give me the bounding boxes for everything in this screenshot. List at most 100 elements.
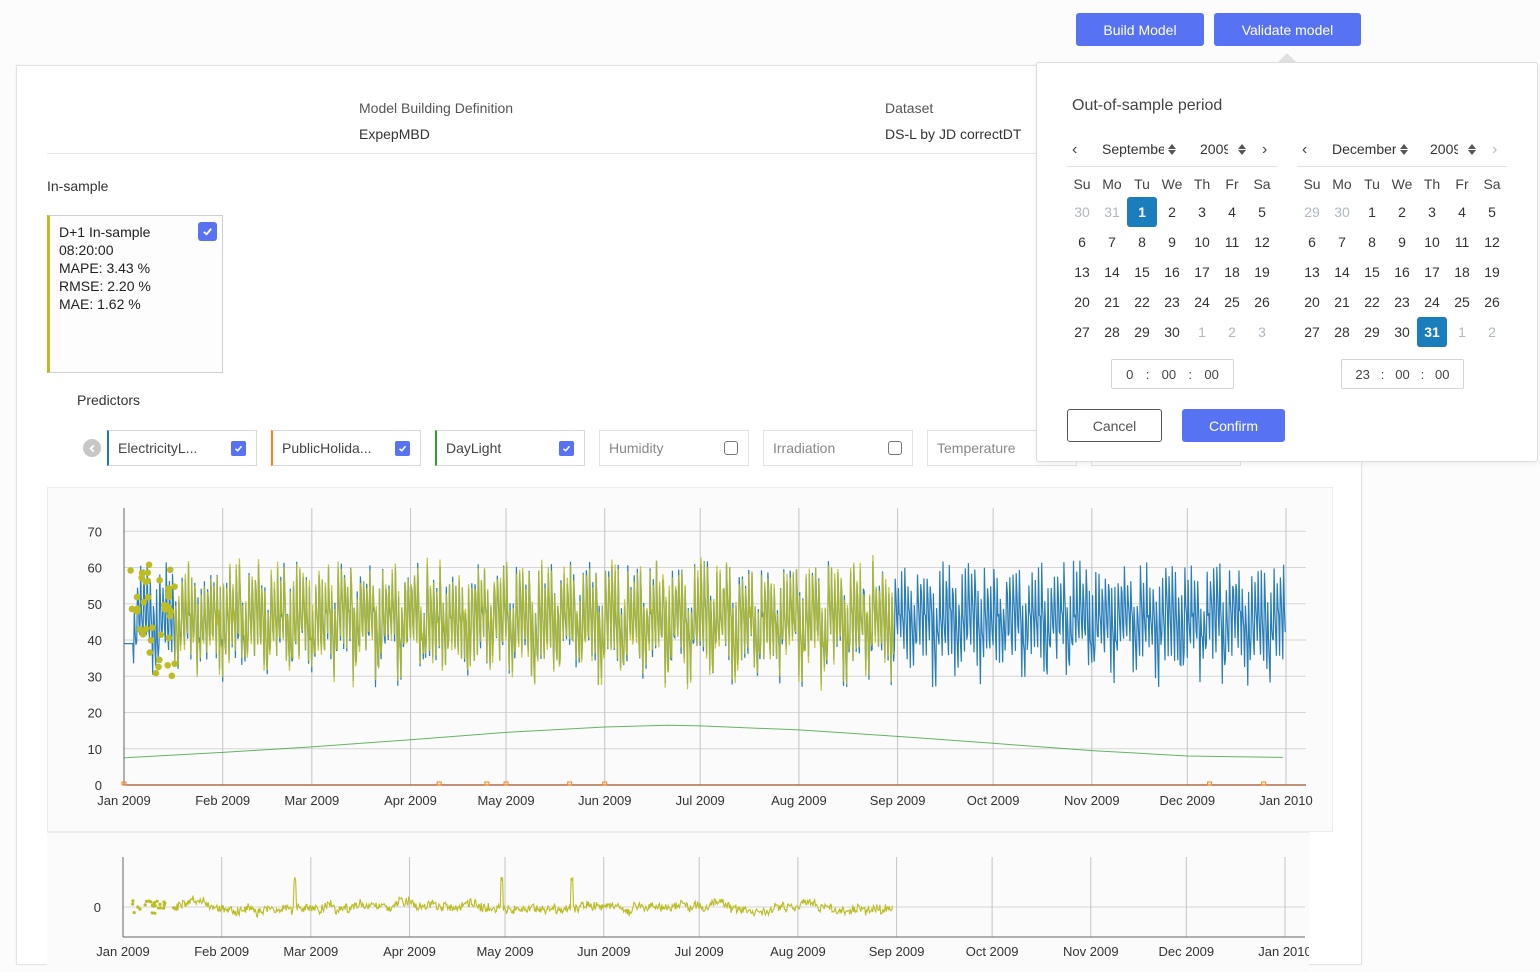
start-hour[interactable]: 0 bbox=[1126, 367, 1133, 382]
day-cell[interactable]: 5 bbox=[1247, 197, 1277, 227]
end-second[interactable]: 00 bbox=[1435, 367, 1449, 382]
day-cell[interactable]: 23 bbox=[1157, 287, 1187, 317]
day-cell[interactable]: 19 bbox=[1247, 257, 1277, 287]
day-cell[interactable]: 8 bbox=[1357, 227, 1387, 257]
day-cell[interactable]: 12 bbox=[1477, 227, 1507, 257]
day-cell[interactable]: 17 bbox=[1187, 257, 1217, 287]
day-cell[interactable]: 11 bbox=[1447, 227, 1477, 257]
day-cell[interactable]: 16 bbox=[1157, 257, 1187, 287]
day-cell[interactable]: 30 bbox=[1387, 317, 1417, 347]
day-cell[interactable]: 23 bbox=[1387, 287, 1417, 317]
selected-day-cell[interactable]: 1 bbox=[1127, 197, 1157, 227]
day-cell[interactable]: 7 bbox=[1327, 227, 1357, 257]
day-cell[interactable]: 16 bbox=[1387, 257, 1417, 287]
day-cell[interactable]: 29 bbox=[1297, 197, 1327, 227]
day-cell[interactable]: 30 bbox=[1067, 197, 1097, 227]
day-cell[interactable]: 7 bbox=[1097, 227, 1127, 257]
day-cell[interactable]: 1 bbox=[1357, 197, 1387, 227]
end-year-select[interactable]: 2009 bbox=[1430, 141, 1476, 157]
main-chart[interactable]: 0 10 20 30 40 50 60 70 Jan 2009 Feb 2009 Mar 2009 A… bbox=[48, 488, 1334, 833]
end-time-input[interactable]: 23: 00: 00 bbox=[1341, 359, 1464, 389]
day-cell[interactable]: 12 bbox=[1247, 227, 1277, 257]
day-cell[interactable]: 30 bbox=[1327, 197, 1357, 227]
day-cell[interactable]: 6 bbox=[1067, 227, 1097, 257]
start-second[interactable]: 00 bbox=[1204, 367, 1218, 382]
predictor-checkbox[interactable] bbox=[724, 441, 738, 455]
day-cell[interactable]: 28 bbox=[1327, 317, 1357, 347]
day-cell[interactable]: 19 bbox=[1477, 257, 1507, 287]
day-cell[interactable]: 13 bbox=[1297, 257, 1327, 287]
predictor-card[interactable]: Humidity bbox=[599, 430, 749, 466]
day-cell[interactable]: 14 bbox=[1327, 257, 1357, 287]
day-cell[interactable]: 9 bbox=[1157, 227, 1187, 257]
day-cell[interactable]: 25 bbox=[1447, 287, 1477, 317]
start-prev-month-chevron-left-icon[interactable]: ‹ bbox=[1072, 141, 1077, 159]
day-cell[interactable]: 18 bbox=[1447, 257, 1477, 287]
day-cell[interactable]: 3 bbox=[1417, 197, 1447, 227]
day-cell[interactable]: 24 bbox=[1417, 287, 1447, 317]
day-cell[interactable]: 3 bbox=[1247, 317, 1277, 347]
day-cell[interactable]: 28 bbox=[1097, 317, 1127, 347]
day-cell[interactable]: 1 bbox=[1447, 317, 1477, 347]
day-cell[interactable]: 4 bbox=[1217, 197, 1247, 227]
start-time-input[interactable]: 0: 00: 00 bbox=[1111, 359, 1234, 389]
day-cell[interactable]: 2 bbox=[1477, 317, 1507, 347]
insample-checkbox[interactable] bbox=[198, 222, 217, 241]
day-cell[interactable]: 29 bbox=[1127, 317, 1157, 347]
start-minute[interactable]: 00 bbox=[1162, 367, 1176, 382]
day-cell[interactable]: 17 bbox=[1417, 257, 1447, 287]
start-month-select[interactable]: Septembe bbox=[1102, 141, 1176, 157]
day-cell[interactable]: 27 bbox=[1067, 317, 1097, 347]
insample-card[interactable]: D+1 In-sample 08:20:00 MAPE: 3.43 % RMSE… bbox=[47, 215, 223, 373]
cancel-button[interactable]: Cancel bbox=[1067, 409, 1162, 442]
day-cell[interactable]: 20 bbox=[1067, 287, 1097, 317]
predictor-checkbox[interactable] bbox=[559, 440, 574, 456]
day-cell[interactable]: 1 bbox=[1187, 317, 1217, 347]
day-cell[interactable]: 26 bbox=[1247, 287, 1277, 317]
day-cell[interactable]: 2 bbox=[1387, 197, 1417, 227]
day-cell[interactable]: 5 bbox=[1477, 197, 1507, 227]
day-cell[interactable]: 21 bbox=[1327, 287, 1357, 317]
day-cell[interactable]: 22 bbox=[1357, 287, 1387, 317]
day-cell[interactable]: 2 bbox=[1157, 197, 1187, 227]
day-cell[interactable]: 29 bbox=[1357, 317, 1387, 347]
end-hour[interactable]: 23 bbox=[1355, 367, 1369, 382]
predictor-checkbox[interactable] bbox=[231, 440, 246, 456]
day-cell[interactable]: 10 bbox=[1417, 227, 1447, 257]
day-cell[interactable]: 24 bbox=[1187, 287, 1217, 317]
day-cell[interactable]: 21 bbox=[1097, 287, 1127, 317]
predictor-card[interactable]: Irradiation bbox=[763, 430, 913, 466]
day-cell[interactable]: 4 bbox=[1447, 197, 1477, 227]
build-model-button[interactable]: Build Model bbox=[1076, 13, 1204, 46]
day-cell[interactable]: 2 bbox=[1217, 317, 1247, 347]
day-cell[interactable]: 3 bbox=[1187, 197, 1217, 227]
day-cell[interactable]: 22 bbox=[1127, 287, 1157, 317]
end-month-select[interactable]: December bbox=[1332, 141, 1408, 157]
day-cell[interactable]: 15 bbox=[1357, 257, 1387, 287]
predictor-checkbox[interactable] bbox=[395, 440, 410, 456]
day-cell[interactable]: 13 bbox=[1067, 257, 1097, 287]
residual-chart[interactable]: 0 Jan 2009 Feb 2009 Mar 2009 Apr 2009 May 200… bbox=[47, 833, 1312, 963]
end-prev-month-chevron-left-icon[interactable]: ‹ bbox=[1302, 141, 1307, 159]
start-next-month-chevron-right-icon[interactable]: › bbox=[1262, 141, 1267, 159]
day-cell[interactable]: 11 bbox=[1217, 227, 1247, 257]
validate-model-button[interactable]: Validate model bbox=[1214, 13, 1361, 46]
day-cell[interactable]: 27 bbox=[1297, 317, 1327, 347]
selected-day-cell[interactable]: 31 bbox=[1417, 317, 1447, 347]
confirm-button[interactable]: Confirm bbox=[1182, 409, 1285, 442]
day-cell[interactable]: 18 bbox=[1217, 257, 1247, 287]
predictors-prev-button[interactable] bbox=[83, 439, 101, 457]
start-year-select[interactable]: 2009 bbox=[1200, 141, 1246, 157]
day-cell[interactable]: 26 bbox=[1477, 287, 1507, 317]
day-cell[interactable]: 9 bbox=[1387, 227, 1417, 257]
predictor-card[interactable]: PublicHolida... bbox=[271, 430, 421, 466]
day-cell[interactable]: 20 bbox=[1297, 287, 1327, 317]
predictor-card[interactable]: ElectricityL... bbox=[107, 430, 257, 466]
predictor-checkbox[interactable] bbox=[888, 441, 902, 455]
predictor-card[interactable]: DayLight bbox=[435, 430, 585, 466]
day-cell[interactable]: 25 bbox=[1217, 287, 1247, 317]
day-cell[interactable]: 14 bbox=[1097, 257, 1127, 287]
day-cell[interactable]: 6 bbox=[1297, 227, 1327, 257]
day-cell[interactable]: 10 bbox=[1187, 227, 1217, 257]
end-minute[interactable]: 00 bbox=[1395, 367, 1409, 382]
